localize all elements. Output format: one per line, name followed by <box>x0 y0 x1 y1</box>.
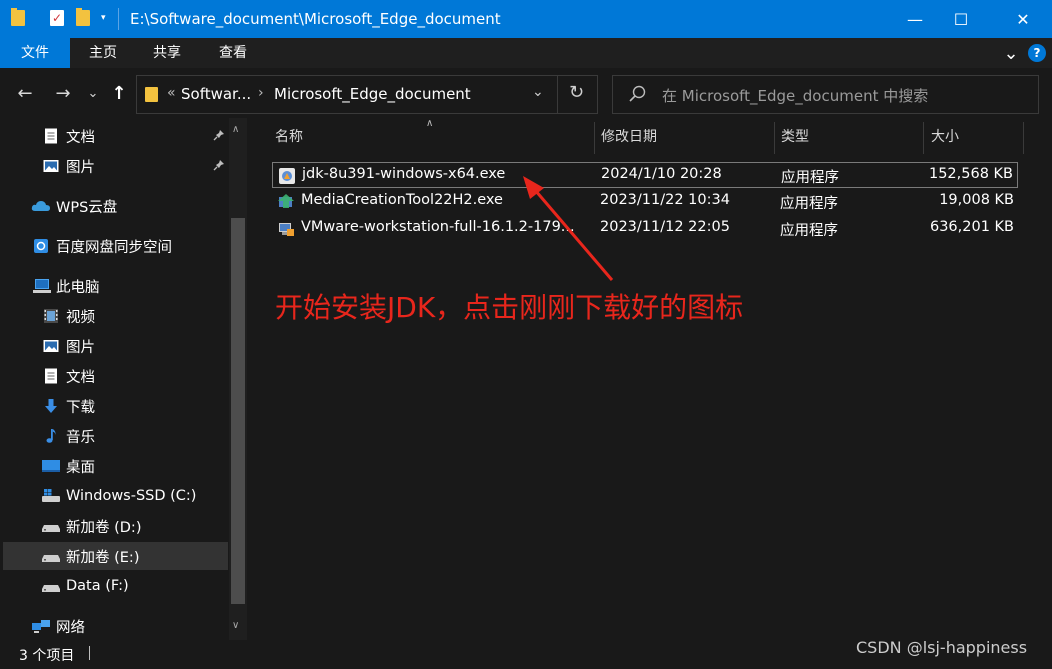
annotation-arrow <box>523 176 614 281</box>
item-count: 3 个项目 <box>19 648 75 664</box>
annotation-text: 开始安装JDK，点击刚刚下载好的图标 <box>275 291 744 324</box>
watermark: CSDN @lsj-happiness <box>856 638 1028 657</box>
status-separator <box>89 646 90 660</box>
